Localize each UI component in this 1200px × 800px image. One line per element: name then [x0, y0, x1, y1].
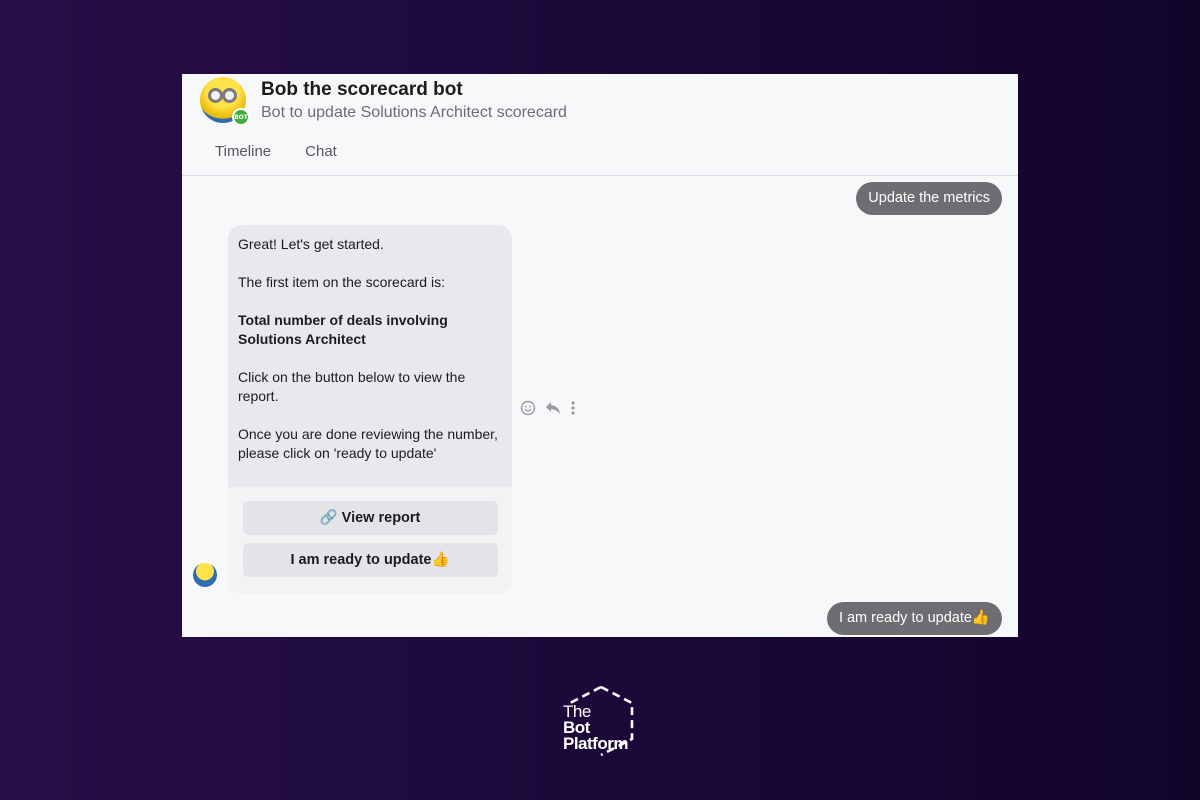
goggle-left: [208, 88, 223, 103]
brand-line-platform: Platform: [563, 734, 628, 753]
tab-timeline[interactable]: Timeline: [215, 143, 271, 160]
bot-message-line: The first item on the scorecard is:: [238, 274, 445, 290]
bot-badge: BOT: [232, 108, 250, 126]
more-vertical-icon[interactable]: [570, 400, 576, 420]
reply-icon[interactable]: [545, 401, 561, 419]
bot-message-line: Once you are done reviewing the number, …: [238, 426, 498, 461]
chat-window: BOT Bob the scorecard bot Bot to update …: [182, 74, 1018, 637]
bot-message-line: Click on the button below to view the re…: [238, 369, 466, 404]
goggle-right: [222, 88, 237, 103]
bot-title: Bob the scorecard bot: [261, 79, 463, 100]
bot-avatar: BOT: [200, 77, 250, 126]
tab-chat[interactable]: Chat: [305, 143, 337, 160]
ready-to-update-button[interactable]: I am ready to update👍: [242, 543, 498, 577]
view-report-button[interactable]: 🔗 View report: [242, 501, 498, 535]
chat-area: Update the metrics Great! Let's get star…: [182, 176, 1018, 637]
bot-message-metric: Total number of deals involving Solution…: [238, 312, 448, 347]
user-message: I am ready to update👍: [826, 602, 1002, 635]
brand-logo: The Bot Platform: [563, 684, 639, 760]
bot-message-text: Great! Let's get started. The first item…: [228, 225, 512, 487]
smiley-icon[interactable]: [520, 400, 536, 420]
tab-bar: Timeline Chat: [215, 143, 337, 160]
brand-wordmark: The Bot Platform: [563, 703, 628, 753]
bot-subtitle: Bot to update Solutions Architect scorec…: [261, 104, 567, 121]
message-tools: [520, 400, 576, 420]
bot-action-area: 🔗 View report I am ready to update👍: [228, 487, 512, 594]
bot-message-bubble: Great! Let's get started. The first item…: [228, 225, 512, 594]
bot-message-line: Great! Let's get started.: [238, 236, 384, 252]
user-message: Update the metrics: [856, 182, 1002, 215]
chat-header: BOT Bob the scorecard bot Bot to update …: [182, 74, 1018, 176]
bot-small-avatar: [193, 563, 217, 587]
